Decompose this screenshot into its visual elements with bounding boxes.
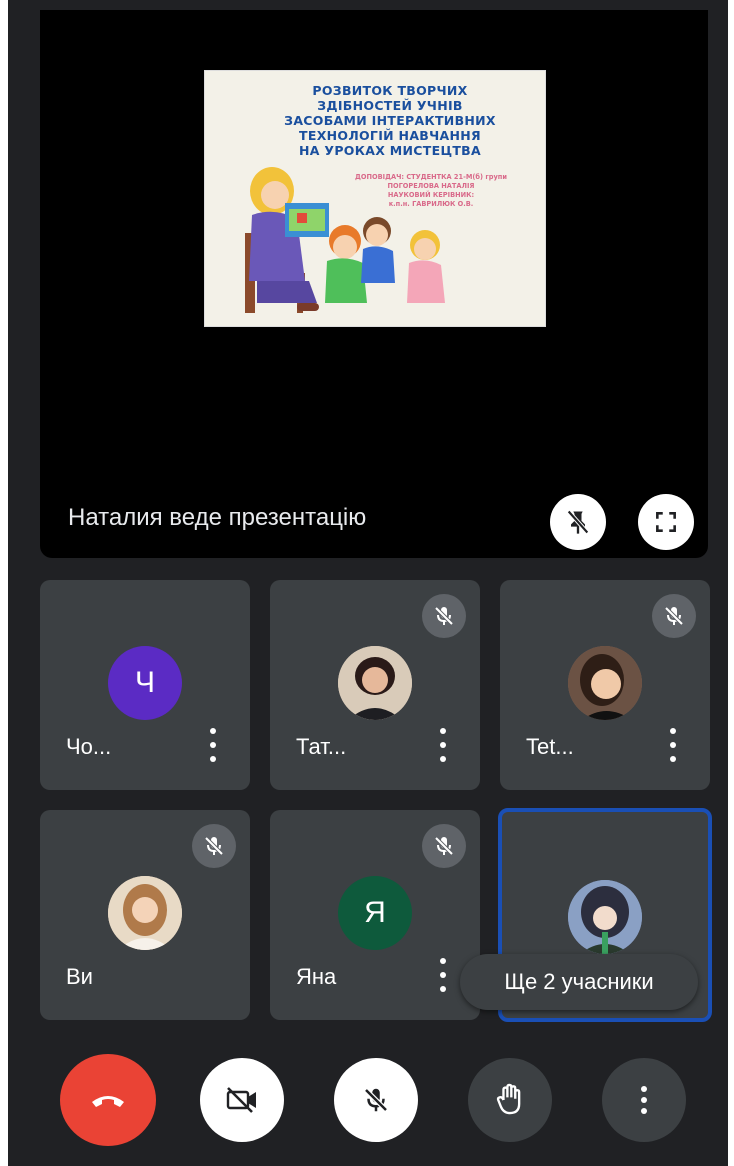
end-call-button[interactable] [60,1054,156,1146]
muted-indicator [652,594,696,638]
slide-title: РОЗВИТОК ТВОРЧИХ ЗДІБНОСТЕЙ УЧНІВ ЗАСОБА… [284,83,496,158]
participant-tile[interactable]: Тат... [270,580,480,790]
presentation-slide: РОЗВИТОК ТВОРЧИХ ЗДІБНОСТЕЙ УЧНІВ ЗАСОБА… [204,70,546,327]
participant-options-button[interactable] [666,728,680,762]
participant-name: Тат... [296,734,347,759]
mic-toggle-button[interactable] [334,1058,418,1142]
participant-name: Ви [66,964,93,989]
mic-off-icon [434,606,454,626]
participant-tile[interactable]: Я Яна [270,810,480,1020]
camera-toggle-button[interactable] [200,1058,284,1142]
mic-off-icon [664,606,684,626]
participant-tile[interactable]: Tet... [500,580,710,790]
end-call-icon [92,1096,124,1107]
presenter-status: Наталия веде презентацію [68,504,367,531]
mic-off-icon [204,836,224,856]
unpin-button[interactable] [550,494,606,550]
participant-options-button[interactable] [206,728,220,762]
avatar: Ч [108,646,182,720]
avatar: Я [338,876,412,950]
pin-off-icon [567,510,589,534]
more-options-button[interactable] [602,1058,686,1142]
participant-options-button[interactable] [436,958,450,992]
avatar [108,876,182,950]
participant-photo [568,880,642,954]
teacher-children-illustration [245,167,445,313]
participant-tile[interactable]: Ви [40,810,250,1020]
more-participants-button[interactable]: Ще 2 учасники [460,954,698,1010]
mic-off-icon [364,1088,388,1112]
participant-photo [338,646,412,720]
participant-name: Чо... [66,734,112,759]
muted-indicator [422,594,466,638]
fullscreen-button[interactable] [638,494,694,550]
participant-name: Яна [296,964,337,989]
participant-tile[interactable]: Ч Чо... [40,580,250,790]
participant-options-button[interactable] [436,728,450,762]
muted-indicator [422,824,466,868]
muted-indicator [192,824,236,868]
presentation-stage[interactable]: РОЗВИТОК ТВОРЧИХ ЗДІБНОСТЕЙ УЧНІВ ЗАСОБА… [40,10,708,558]
hand-icon [496,1083,521,1115]
avatar [568,646,642,720]
raise-hand-button[interactable] [468,1058,552,1142]
avatar [338,646,412,720]
avatar [568,880,642,954]
fullscreen-icon [656,512,676,532]
participant-photo [108,876,182,950]
more-vert-icon [641,1086,647,1114]
participant-photo [568,646,642,720]
mic-off-icon [434,836,454,856]
participant-name: Tet... [526,734,574,759]
meet-screen: РОЗВИТОК ТВОРЧИХ ЗДІБНОСТЕЙ УЧНІВ ЗАСОБА… [8,0,728,1166]
camera-off-icon [226,1087,256,1113]
